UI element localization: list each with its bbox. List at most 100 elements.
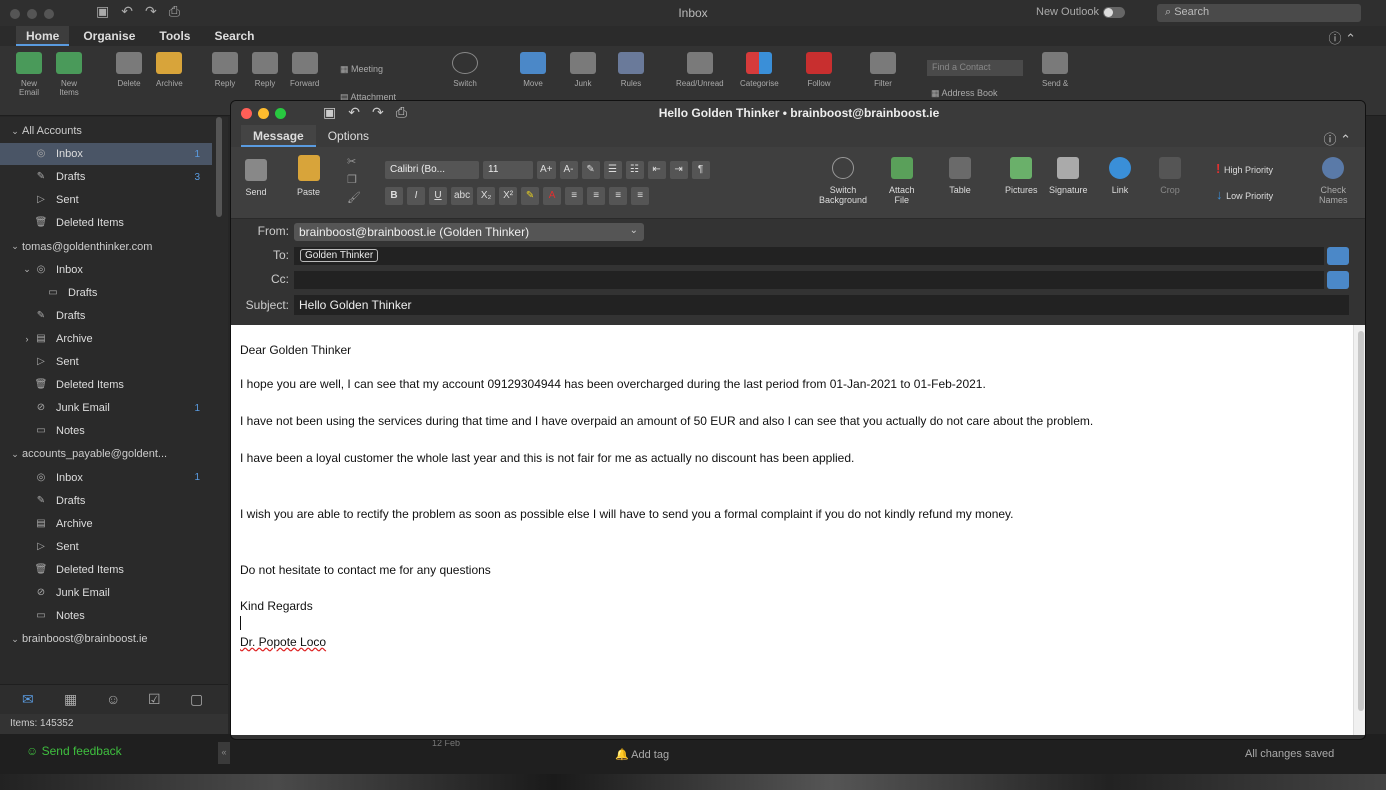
to-address-book-icon[interactable] bbox=[1327, 247, 1349, 265]
superscript-icon[interactable]: X² bbox=[499, 187, 518, 205]
strikethrough-icon[interactable]: abc bbox=[451, 187, 474, 205]
signature-button[interactable]: Signature bbox=[1049, 157, 1088, 195]
attach-file-button[interactable]: Attach File bbox=[889, 157, 915, 205]
archive-button[interactable]: Archive bbox=[156, 52, 183, 88]
recipient-pill[interactable]: Golden Thinker bbox=[300, 249, 379, 262]
sidebar-item[interactable]: 🗑 Deleted Items bbox=[0, 374, 212, 396]
sidebar-item[interactable]: ✎ Drafts bbox=[0, 305, 212, 327]
send-receive-button[interactable]: Send & bbox=[1042, 52, 1068, 88]
calendar-icon[interactable]: ▦ bbox=[64, 691, 77, 708]
sidebar-item[interactable]: ▭ Notes bbox=[0, 605, 212, 627]
sidebar-item[interactable]: 🗑 Deleted Items bbox=[0, 559, 212, 581]
address-book-button[interactable]: ▦ Address Book bbox=[931, 88, 998, 99]
new-email-button[interactable]: New Email bbox=[16, 52, 42, 97]
filter-button[interactable]: Filter bbox=[870, 52, 896, 88]
font-size-select[interactable]: 11 bbox=[483, 161, 533, 179]
mail-icon[interactable]: ✉ bbox=[22, 691, 34, 708]
compose-help-icon[interactable]: ⓘ ⌃ bbox=[1323, 129, 1351, 148]
link-button[interactable]: Link bbox=[1109, 157, 1131, 195]
send-feedback-button[interactable]: ☺ Send feedback bbox=[26, 744, 122, 758]
sidebar-item[interactable]: ✎ Drafts bbox=[0, 490, 212, 512]
search-input[interactable]: ⌕ Search bbox=[1157, 4, 1361, 22]
chevron-icon[interactable]: ⌄ bbox=[20, 264, 34, 275]
outdent-icon[interactable]: ⇤ bbox=[647, 161, 666, 179]
align-center-icon[interactable]: ≡ bbox=[587, 187, 606, 205]
sidebar-item[interactable]: ▷ Sent bbox=[0, 189, 212, 211]
send-button[interactable]: Send bbox=[245, 159, 267, 197]
highlight-icon[interactable]: ✎ bbox=[521, 187, 540, 205]
reply-all-button[interactable]: Reply bbox=[252, 52, 278, 88]
tab-home[interactable]: Home bbox=[16, 26, 70, 46]
account-header[interactable]: ⌄ All Accounts bbox=[0, 120, 212, 142]
chevron-icon[interactable]: ⌄ bbox=[8, 449, 22, 460]
toggle-switch-icon[interactable] bbox=[1102, 6, 1125, 18]
pictures-button[interactable]: Pictures bbox=[1005, 157, 1038, 195]
cc-field[interactable] bbox=[294, 271, 1324, 289]
sidebar-item[interactable]: 🗑 Deleted Items bbox=[0, 212, 212, 234]
paste-button[interactable]: Paste bbox=[297, 155, 320, 197]
scroll-thumb[interactable] bbox=[1358, 331, 1364, 711]
junk-button[interactable]: Junk bbox=[570, 52, 596, 88]
cc-address-book-icon[interactable] bbox=[1327, 271, 1349, 289]
high-priority-button[interactable]: ! High Priority bbox=[1216, 161, 1273, 176]
crop-button[interactable]: Crop bbox=[1159, 157, 1181, 195]
sidebar-item[interactable]: ⌄ ◎ Inbox bbox=[0, 259, 212, 281]
grow-font-icon[interactable]: A+ bbox=[537, 161, 556, 179]
italic-icon[interactable]: I bbox=[407, 187, 425, 205]
chevron-icon[interactable]: ⌄ bbox=[8, 634, 22, 645]
body-scrollbar[interactable] bbox=[1353, 325, 1365, 735]
bold-icon[interactable]: B bbox=[385, 187, 403, 205]
font-family-select[interactable]: Calibri (Bo... bbox=[385, 161, 479, 179]
numbering-icon[interactable]: ☷ bbox=[625, 161, 644, 179]
to-field[interactable]: Golden Thinker bbox=[294, 247, 1324, 265]
indent-icon[interactable]: ⇥ bbox=[669, 161, 688, 179]
sidebar-item[interactable]: › ▤ Archive bbox=[0, 328, 212, 350]
sidebar-scrollbar[interactable] bbox=[216, 117, 222, 217]
subscript-icon[interactable]: X₂ bbox=[477, 187, 496, 205]
meeting-button[interactable]: ▦ Meeting bbox=[340, 60, 396, 78]
tasks-icon[interactable]: ☑ bbox=[148, 691, 161, 708]
align-left-icon[interactable]: ≡ bbox=[565, 187, 584, 205]
paragraph-icon[interactable]: ¶ bbox=[691, 161, 710, 179]
sidebar-item[interactable]: ▤ Archive bbox=[0, 513, 212, 535]
underline-icon[interactable]: U bbox=[429, 187, 447, 205]
new-items-button[interactable]: New Items bbox=[56, 52, 82, 97]
tab-organise[interactable]: Organise bbox=[73, 26, 145, 46]
sidebar-item[interactable]: ▷ Sent bbox=[0, 351, 212, 373]
tab-options[interactable]: Options bbox=[316, 125, 381, 147]
sidebar-item[interactable]: ▷ Sent bbox=[0, 536, 212, 558]
format-painter-icon[interactable]: 🖌 bbox=[347, 189, 361, 207]
cut-icon[interactable]: ✂ bbox=[347, 153, 361, 171]
switch-button[interactable]: Switch bbox=[452, 52, 478, 88]
reply-button[interactable]: Reply bbox=[212, 52, 238, 88]
move-button[interactable]: Move bbox=[520, 52, 546, 88]
tab-tools[interactable]: Tools bbox=[149, 26, 200, 46]
collapse-sidebar-button[interactable]: « bbox=[218, 742, 230, 764]
add-tag-button[interactable]: 🔔 Add tag bbox=[615, 748, 669, 761]
sidebar-item[interactable]: ✎ Drafts 3 bbox=[0, 166, 212, 188]
low-priority-button[interactable]: ↓ Low Priority bbox=[1216, 187, 1273, 202]
align-right-icon[interactable]: ≡ bbox=[609, 187, 628, 205]
people-icon[interactable]: ☺ bbox=[106, 691, 120, 707]
help-icon[interactable]: ⓘ ⌃ bbox=[1328, 28, 1356, 47]
font-color-icon[interactable]: A bbox=[543, 187, 562, 205]
shrink-font-icon[interactable]: A- bbox=[559, 161, 578, 179]
notes-icon[interactable]: ▢ bbox=[190, 691, 203, 708]
justify-icon[interactable]: ≡ bbox=[631, 187, 650, 205]
sidebar-item[interactable]: ⊘ Junk Email bbox=[0, 582, 212, 604]
copy-icon[interactable]: ❐ bbox=[347, 171, 361, 189]
sidebar-item[interactable]: ⊘ Junk Email 1 bbox=[0, 397, 212, 419]
categorise-button[interactable]: Categorise bbox=[740, 52, 779, 88]
account-header[interactable]: ⌄ tomas@goldenthinker.com bbox=[0, 236, 212, 258]
message-body[interactable]: Dear Golden Thinker I hope you are well,… bbox=[231, 325, 1353, 735]
account-header[interactable]: ⌄ brainboost@brainboost.ie bbox=[0, 628, 212, 650]
tab-message[interactable]: Message bbox=[241, 125, 316, 147]
bullets-icon[interactable]: ☰ bbox=[603, 161, 622, 179]
clear-format-icon[interactable]: ✎ bbox=[581, 161, 600, 179]
chevron-icon[interactable]: › bbox=[20, 334, 34, 344]
check-names-button[interactable]: Check Names bbox=[1319, 157, 1348, 205]
sidebar-item[interactable]: ▭ Notes bbox=[0, 420, 212, 442]
forward-button[interactable]: Forward bbox=[290, 52, 319, 88]
sidebar-item[interactable]: ▭ Drafts bbox=[0, 282, 212, 304]
new-outlook-toggle[interactable]: New Outlook bbox=[1036, 6, 1125, 18]
